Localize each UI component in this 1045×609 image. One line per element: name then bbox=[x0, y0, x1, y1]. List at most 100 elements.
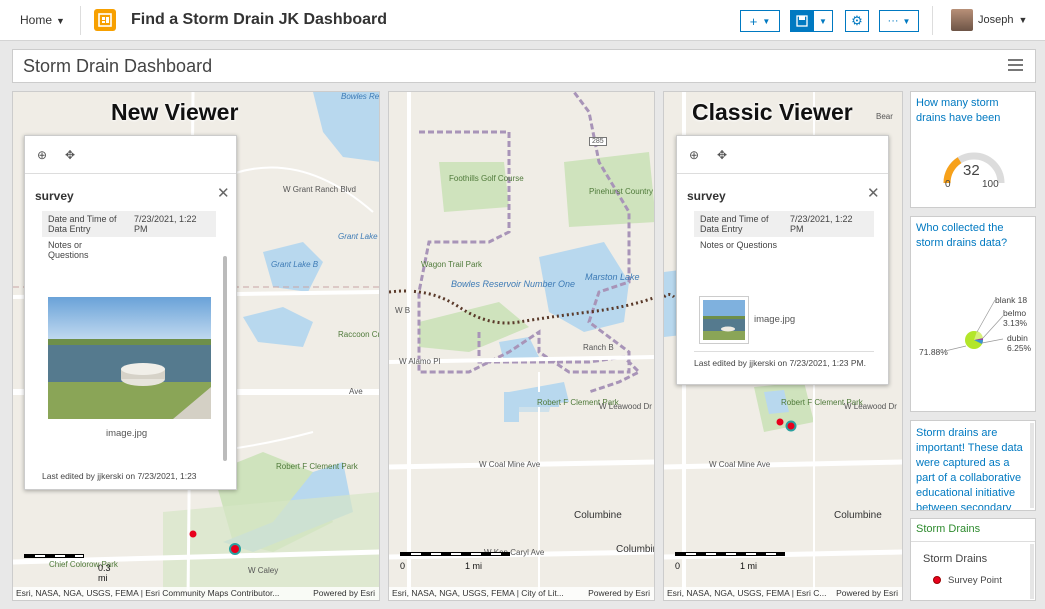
gauge-value: 32 bbox=[963, 162, 980, 179]
leader-line bbox=[944, 345, 967, 352]
map-label: Columbine bbox=[834, 510, 882, 521]
map-label: Ranch B bbox=[583, 343, 614, 352]
map-label: W Caley bbox=[248, 566, 279, 575]
divider bbox=[911, 541, 1035, 542]
legend-dot-icon bbox=[933, 576, 941, 584]
save-icon bbox=[796, 15, 808, 27]
pie-chart-card: Who collected the storm drains data? bla… bbox=[910, 216, 1036, 412]
image-caption[interactable]: image.jpg bbox=[754, 314, 795, 325]
popup-scrollbar[interactable] bbox=[223, 256, 227, 461]
gear-icon: ⚙ bbox=[851, 13, 863, 28]
home-menu-button[interactable]: Home ▼ bbox=[20, 13, 65, 27]
map-label: W Alamo Pl bbox=[399, 357, 441, 366]
field-value: 7/23/2021, 1:22 PM bbox=[784, 211, 874, 237]
map-label: Wagon Trail Park bbox=[421, 260, 483, 269]
feature-popup-new: ⊕ ✥ survey ✕ Date and Time of Data Entry… bbox=[24, 135, 237, 490]
leader-line bbox=[982, 315, 1004, 339]
last-edited-text: Last edited by jjkerski on 7/23/2021, 1:… bbox=[694, 358, 866, 368]
text-card-body: Storm drains are important! These data w… bbox=[916, 427, 1023, 511]
map-label: Bowles Reservoir bbox=[341, 92, 380, 101]
map-label: Bear bbox=[876, 112, 893, 121]
leader-line bbox=[976, 299, 996, 333]
user-name: Joseph bbox=[978, 14, 1014, 26]
viewer-label-classic: Classic Viewer bbox=[692, 99, 853, 125]
map-label: Grant Lake C bbox=[338, 232, 379, 241]
zoom-to-icon[interactable]: ⊕ bbox=[37, 148, 47, 162]
powered-by-esri[interactable]: Powered by Esri bbox=[836, 587, 898, 600]
scale-zero: 0 bbox=[675, 561, 681, 571]
home-label: Home bbox=[20, 13, 53, 27]
map-label: Pinehurst Country Club bbox=[589, 187, 654, 196]
scale-label: 1 mi bbox=[465, 561, 483, 571]
photo-image bbox=[703, 300, 745, 340]
image-caption[interactable]: image.jpg bbox=[106, 428, 147, 439]
zoom-to-icon[interactable]: ⊕ bbox=[689, 148, 699, 162]
hamburger-menu-icon[interactable] bbox=[1008, 59, 1023, 71]
pan-icon[interactable]: ✥ bbox=[717, 148, 727, 162]
map-new-viewer[interactable]: Bowles Reservoir W Grant Ranch Blvd Gran… bbox=[12, 91, 380, 601]
last-edited-text: Last edited by jjkerski on 7/23/2021, 1:… bbox=[42, 471, 197, 481]
map-label: Grant Lake B bbox=[271, 260, 319, 269]
map-label: Bowles Reservoir Number One bbox=[451, 279, 576, 289]
powered-by-esri[interactable]: Powered by Esri bbox=[588, 587, 650, 600]
scale-label: 0.3 mi bbox=[98, 563, 111, 583]
divider bbox=[932, 6, 933, 35]
legend-item-label: Survey Point bbox=[948, 575, 1002, 586]
viewer-label-new: New Viewer bbox=[111, 99, 239, 125]
divider bbox=[694, 351, 874, 352]
map-label: W Grant Ranch Blvd bbox=[283, 185, 356, 194]
dashboard-header: Storm Drain Dashboard bbox=[12, 49, 1036, 83]
popup-fields-table: Date and Time of Data Entry 7/23/2021, 1:… bbox=[42, 211, 216, 263]
legend-header: Storm Drains bbox=[916, 523, 981, 535]
text-card-scrollbar[interactable] bbox=[1030, 423, 1034, 508]
save-button[interactable] bbox=[790, 10, 814, 32]
legend-scrollbar[interactable] bbox=[1030, 544, 1034, 599]
pan-icon[interactable]: ✥ bbox=[65, 148, 75, 162]
map-label: W B bbox=[395, 306, 411, 315]
legend-card: Storm Drains Storm Drains Survey Point bbox=[910, 518, 1036, 601]
pie-title: Who collected the storm drains data? bbox=[916, 222, 1008, 249]
popup-title: survey bbox=[35, 189, 74, 203]
save-options-button[interactable]: ▼ bbox=[813, 10, 833, 32]
map-label: Columbine Hills bbox=[616, 544, 654, 555]
popup-toolbar: ⊕ ✥ bbox=[25, 136, 236, 174]
more-options-button[interactable]: ··· ▼ bbox=[879, 10, 919, 32]
popup-fields-table: Date and Time of Data Entry 7/23/2021, 1:… bbox=[694, 211, 874, 253]
pie-label-dubin-pct: 6.25% bbox=[1007, 343, 1032, 353]
chevron-down-icon: ▼ bbox=[902, 16, 911, 26]
close-icon[interactable]: ✕ bbox=[867, 184, 880, 202]
pie-label-belmo: belmo bbox=[1003, 308, 1027, 318]
field-label: Date and Time of Data Entry bbox=[694, 211, 784, 237]
scale-zero: 0 bbox=[400, 561, 406, 571]
pie-label-belmo-pct: 3.13% bbox=[1003, 318, 1028, 328]
map-label: Ave bbox=[349, 387, 363, 396]
map-attribution: Esri, NASA, NGA, USGS, FEMA | Esri C... … bbox=[664, 587, 902, 600]
map-label: W Coal Mine Ave bbox=[709, 460, 771, 469]
settings-button[interactable]: ⚙ bbox=[845, 10, 869, 32]
highway-shield: 285 bbox=[589, 137, 607, 146]
user-menu[interactable]: Joseph ▼ bbox=[978, 14, 1027, 26]
chevron-down-icon: ▼ bbox=[762, 16, 771, 26]
scale-bar: 0.3 mi bbox=[24, 554, 111, 583]
map-label: W Leawood Dr bbox=[599, 402, 652, 411]
map-classic-viewer[interactable]: Bear Robert F Clement Park W Leawood Dr … bbox=[663, 91, 903, 601]
map-middle[interactable]: 285 Foothills Golf Course Pinehurst Coun… bbox=[388, 91, 655, 601]
map-label: W Coal Mine Ave bbox=[479, 460, 541, 469]
close-icon[interactable]: ✕ bbox=[217, 184, 230, 202]
map-label: Foothills Golf Course bbox=[449, 174, 524, 183]
field-value bbox=[128, 237, 216, 263]
attribution-text: Esri, NASA, NGA, USGS, FEMA | Esri Commu… bbox=[16, 588, 280, 598]
field-label: Date and Time of Data Entry bbox=[42, 211, 128, 237]
scale-label: 1 mi bbox=[740, 561, 758, 571]
text-card: Storm drains are important! These data w… bbox=[910, 420, 1036, 511]
survey-photo-thumbnail[interactable] bbox=[699, 296, 749, 344]
map-attribution: Esri, NASA, NGA, USGS, FEMA | Esri Commu… bbox=[13, 587, 379, 600]
gauge-card: How many storm drains have been 32 0 100 bbox=[910, 91, 1036, 208]
add-element-button[interactable]: + ▼ bbox=[740, 10, 780, 32]
pie-label-blank: blank 18 bbox=[995, 295, 1028, 305]
survey-photo[interactable] bbox=[48, 297, 211, 419]
map-attribution: Esri, NASA, NGA, USGS, FEMA | City of Li… bbox=[389, 587, 654, 600]
powered-by-esri[interactable]: Powered by Esri bbox=[313, 587, 375, 600]
chevron-down-icon: ▼ bbox=[56, 16, 65, 26]
avatar[interactable] bbox=[951, 9, 973, 31]
